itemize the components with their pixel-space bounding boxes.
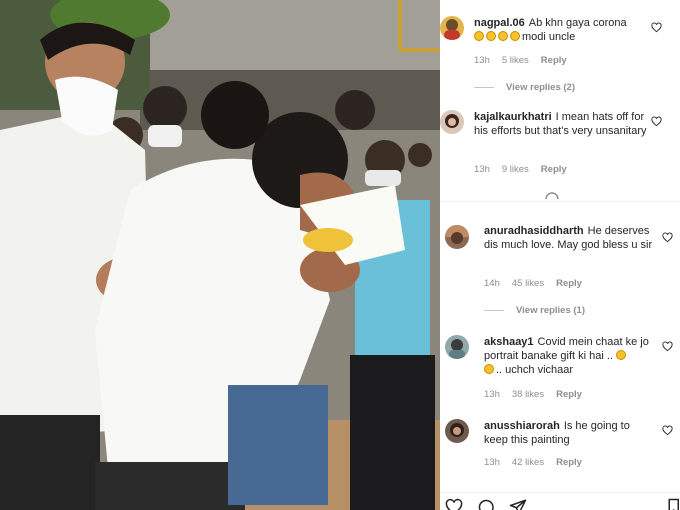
avatar-image [445,225,469,244]
avatar-image [444,19,460,40]
avatar-image [449,339,465,359]
comment-username[interactable]: kajalkaurkhatri [474,111,552,123]
comment-text: akshaay1 Covid mein chaat ke jo portrait … [484,335,654,377]
comment-likes[interactable]: 9 likes [502,164,529,175]
emoji-icon [616,350,627,360]
comment-body-continued: .. uchch vichaar [496,364,574,376]
comment-username[interactable]: nagpal.06 [474,17,525,29]
avatar[interactable] [445,225,469,249]
divider [440,201,680,202]
heart-icon[interactable] [444,498,464,510]
comment-meta: 13h 42 likes Reply [484,457,594,468]
comment-likes[interactable]: 42 likes [512,457,544,468]
emoji-icon [484,364,494,374]
view-replies-button[interactable]: View replies (2) [474,82,575,93]
comment-likes[interactable]: 45 likes [512,278,544,289]
comment-meta: 13h 5 likes Reply [474,55,579,66]
comment-username[interactable]: anuradhasiddharth [484,225,584,237]
avatar[interactable] [445,335,469,359]
view-replies-button[interactable]: View replies (1) [484,305,585,316]
heart-icon[interactable] [651,116,662,127]
photo-illustration [0,0,440,510]
heart-icon[interactable] [651,22,662,33]
reply-button[interactable]: Reply [541,55,567,66]
post-photo [0,0,440,510]
comment-likes[interactable]: 38 likes [512,389,544,400]
comment-text: nagpal.06 Ab khn gaya corona modi uncle [474,16,664,44]
reply-button[interactable]: Reply [556,389,582,400]
comment-icon[interactable] [476,498,496,510]
comment-username[interactable]: akshaay1 [484,336,534,348]
comment-time: 14h [484,278,500,289]
avatar-image [445,114,459,128]
emoji-icon [510,31,520,41]
heart-icon[interactable] [662,425,673,436]
avatar[interactable] [445,419,469,443]
heart-icon[interactable] [662,341,673,352]
avatar[interactable] [440,110,464,134]
reply-button[interactable]: Reply [541,164,567,175]
comment-body: Ab khn gaya corona [528,17,627,29]
comments-panel: nagpal.06 Ab khn gaya corona modi uncle 1… [440,0,680,510]
reply-button[interactable]: Reply [556,278,582,289]
heart-icon[interactable] [662,232,673,243]
comment-time: 13h [484,389,500,400]
comment-text: anusshiarorah Is he going to keep this pa… [484,419,654,447]
comment-username[interactable]: anusshiarorah [484,420,560,432]
emoji-icon [498,31,508,41]
comment-text: anuradhasiddharth He deserves dis much lo… [484,224,654,252]
comment-text: kajalkaurkhatri I mean hats off for his e… [474,110,654,138]
share-icon[interactable] [508,498,528,510]
comment-time: 13h [474,164,490,175]
emoji-icon [474,31,484,41]
avatar[interactable] [440,16,464,40]
spinner-icon [545,192,559,199]
comment-meta: 13h 38 likes Reply [484,389,594,400]
reply-button[interactable]: Reply [556,457,582,468]
comment-meta: 13h 9 likes Reply [474,164,579,175]
emoji-icon [486,31,496,41]
bookmark-icon[interactable] [666,498,680,510]
avatar-image [450,423,464,437]
post-actions-bar [440,492,680,510]
comment-meta: 14h 45 likes Reply [484,278,594,289]
comment-time: 13h [484,457,500,468]
comment-time: 13h [474,55,490,66]
comment-likes[interactable]: 5 likes [502,55,529,66]
comment-body-continued: modi uncle [522,31,576,43]
